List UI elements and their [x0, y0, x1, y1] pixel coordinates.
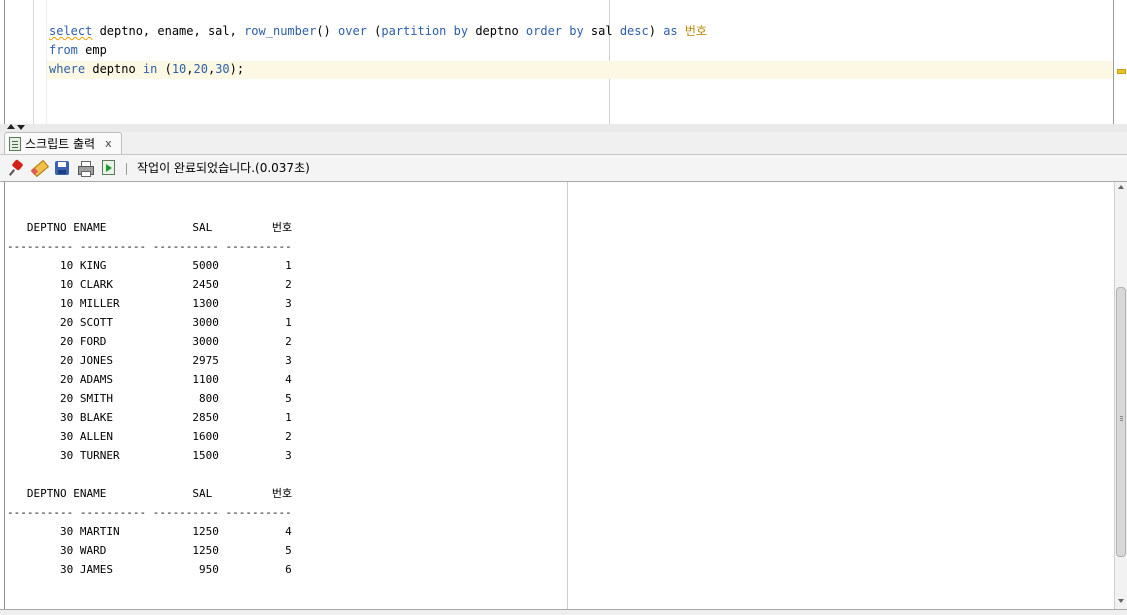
- code-line-3[interactable]: where deptno in (10,20,30);: [49, 60, 244, 78]
- result-separator: ---------- ---------- ---------- -------…: [7, 506, 292, 519]
- code-line-1[interactable]: select deptno, ename, sal, row_number() …: [49, 22, 707, 40]
- tab-script-output[interactable]: 스크립트 출력 x: [4, 132, 122, 154]
- code-token: order: [525, 24, 563, 38]
- code-token: );: [229, 62, 245, 76]
- result-row: 20 ADAMS 1100 4: [59, 373, 292, 386]
- code-token: deptno: [85, 62, 143, 76]
- result-row: 20 SCOTT 3000 1: [59, 316, 292, 329]
- code-token: partition: [381, 24, 447, 38]
- code-token: 30: [215, 62, 230, 76]
- eraser-icon[interactable]: [30, 159, 50, 178]
- output-toolbar: 작업이 완료되었습니다.(0.037초): [0, 155, 1127, 182]
- toolbar-separator: [126, 163, 127, 175]
- result-header: DEPTNO ENAME SAL 번호: [26, 487, 293, 500]
- code-token: 번호: [684, 24, 707, 38]
- code-token: row_number: [244, 24, 317, 38]
- editor-left-border: [4, 0, 5, 124]
- code-token: in: [142, 62, 158, 76]
- result-row: 10 KING 5000 1: [59, 259, 292, 272]
- code-token: deptno: [468, 24, 526, 38]
- result-row: 30 TURNER 1500 3: [59, 449, 292, 462]
- result-row: 20 FORD 3000 2: [59, 335, 292, 348]
- code-token: 20: [193, 62, 208, 76]
- result-row: 10 MILLER 1300 3: [59, 297, 292, 310]
- sql-editor[interactable]: select deptno, ename, sal, row_number() …: [0, 0, 1127, 125]
- result-separator: ---------- ---------- ---------- -------…: [7, 240, 292, 253]
- code-token: as: [663, 24, 678, 38]
- collapse-down-icon[interactable]: [17, 125, 25, 130]
- result-row: 30 JAMES 950 6: [59, 563, 292, 576]
- code-token: (): [316, 24, 339, 38]
- result-row: 30 BLAKE 2850 1: [59, 411, 292, 424]
- code-token: by: [569, 24, 584, 38]
- pin-icon[interactable]: [8, 159, 25, 176]
- run-script-icon[interactable]: [101, 160, 117, 176]
- script-output-panel[interactable]: DEPTNO ENAME SAL 번호 ---------- ---------…: [0, 182, 1127, 609]
- overview-ruler-marker[interactable]: [1117, 69, 1126, 74]
- scrollbar-thumb[interactable]: [1116, 287, 1126, 557]
- print-icon[interactable]: [77, 160, 94, 177]
- code-token: ): [648, 24, 664, 38]
- tab-label: 스크립트 출력: [25, 137, 96, 151]
- code-token: (: [366, 24, 382, 38]
- scroll-down-icon[interactable]: [1118, 599, 1124, 603]
- script-output-text[interactable]: DEPTNO ENAME SAL 번호 ---------- ---------…: [7, 218, 292, 579]
- code-token: deptno, ename, sal,: [92, 24, 245, 38]
- scroll-up-icon[interactable]: [1118, 185, 1124, 189]
- tab-close-button[interactable]: x: [105, 137, 112, 150]
- output-left-border: [4, 182, 5, 609]
- code-token: where: [49, 62, 86, 76]
- bottom-border: [0, 609, 1127, 615]
- code-token: desc: [619, 24, 649, 38]
- code-token: select: [49, 24, 93, 38]
- editor-right-border: [1113, 0, 1114, 124]
- result-row: 30 WARD 1250 5: [59, 544, 292, 557]
- result-row: 20 JONES 2975 3: [59, 354, 292, 367]
- result-row: 30 MARTIN 1250 4: [59, 525, 292, 538]
- result-header: DEPTNO ENAME SAL 번호: [26, 221, 293, 234]
- panel-splitter[interactable]: [0, 124, 1127, 132]
- status-message: 작업이 완료되었습니다.(0.037초): [137, 161, 310, 175]
- output-tab-bar: 스크립트 출력 x: [0, 132, 1127, 155]
- result-row: 20 SMITH 800 5: [59, 392, 292, 405]
- code-token: emp: [77, 43, 107, 57]
- code-token: over: [338, 24, 367, 38]
- vertical-scrollbar[interactable]: [1114, 182, 1127, 609]
- script-output-icon: [9, 136, 21, 151]
- code-token: (: [157, 62, 172, 76]
- result-row: 30 ALLEN 1600 2: [59, 430, 292, 443]
- code-line-2[interactable]: from emp: [49, 41, 107, 59]
- collapse-up-icon[interactable]: [7, 124, 15, 129]
- code-token: sal: [583, 24, 620, 38]
- output-split-divider: [567, 182, 568, 609]
- code-token: from: [49, 43, 78, 57]
- result-row: 10 CLARK 2450 2: [59, 278, 292, 291]
- save-icon[interactable]: [54, 160, 70, 176]
- editor-gutter-divider: [33, 0, 34, 124]
- code-token: 10: [171, 62, 187, 76]
- code-token: by: [453, 24, 469, 38]
- code-token: ,: [186, 62, 194, 76]
